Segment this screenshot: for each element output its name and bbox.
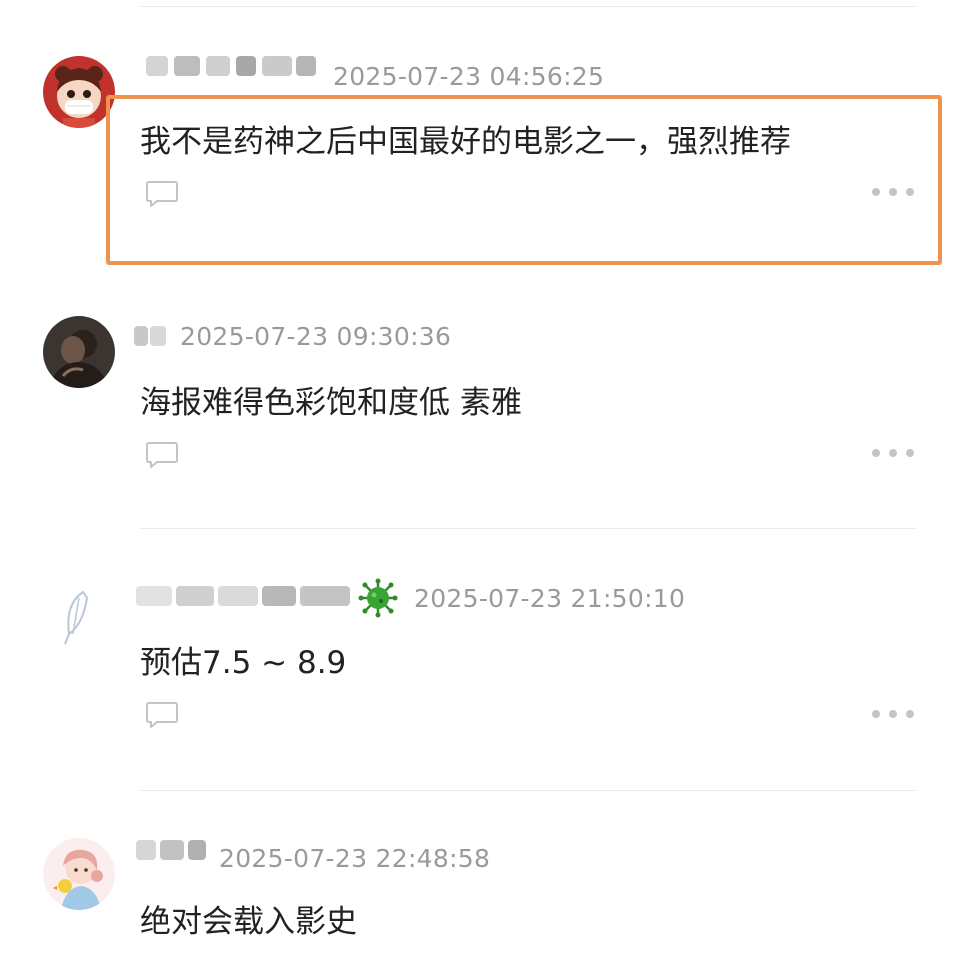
virus-badge-icon: [358, 578, 398, 618]
comment-text: 海报难得色彩饱和度低 素雅: [140, 385, 522, 421]
comment-bubble-icon[interactable]: [145, 440, 179, 470]
feather-avatar-icon: [43, 578, 115, 650]
more-dots-icon[interactable]: [870, 186, 916, 198]
comment-item-3: 2025-07-23 21:50:10 预估7.5 ~ 8.9: [0, 530, 960, 790]
comment-item-4: 2025-07-23 22:48:58 绝对会载入影史: [0, 792, 960, 958]
timestamp: 2025-07-23 09:30:36: [180, 322, 452, 351]
avatar[interactable]: [43, 56, 115, 128]
more-dots-icon[interactable]: [870, 708, 916, 720]
timestamp: 2025-07-23 04:56:25: [333, 62, 605, 91]
comment-bubble-icon[interactable]: [145, 700, 179, 730]
avatar[interactable]: [43, 316, 115, 388]
divider: [140, 528, 916, 529]
comment-item-1: 2025-07-23 04:56:25 我不是药神之后中国最好的电影之一，强烈推…: [0, 0, 960, 280]
comment-bubble-icon[interactable]: [145, 179, 179, 209]
girl-with-duck-avatar-icon: [43, 838, 115, 910]
divider: [140, 790, 916, 791]
timestamp: 2025-07-23 22:48:58: [219, 844, 491, 873]
comment-item-2: 2025-07-23 09:30:36 海报难得色彩饱和度低 素雅: [0, 280, 960, 530]
girl-with-mask-avatar-icon: [43, 56, 115, 128]
dark-photo-avatar-icon: [43, 316, 115, 388]
more-dots-icon[interactable]: [870, 447, 916, 459]
highlight-box: [106, 95, 942, 265]
username-blurred[interactable]: [132, 578, 354, 612]
username-blurred[interactable]: [132, 832, 208, 866]
avatar[interactable]: [43, 838, 115, 910]
username-blurred[interactable]: [140, 48, 320, 82]
avatar[interactable]: [43, 578, 115, 650]
username-blurred[interactable]: [132, 318, 172, 352]
comment-text: 绝对会载入影史: [140, 904, 357, 940]
comment-text: 预估7.5 ~ 8.9: [140, 645, 347, 681]
comment-text: 我不是药神之后中国最好的电影之一，强烈推荐: [140, 124, 791, 160]
timestamp: 2025-07-23 21:50:10: [414, 584, 686, 613]
